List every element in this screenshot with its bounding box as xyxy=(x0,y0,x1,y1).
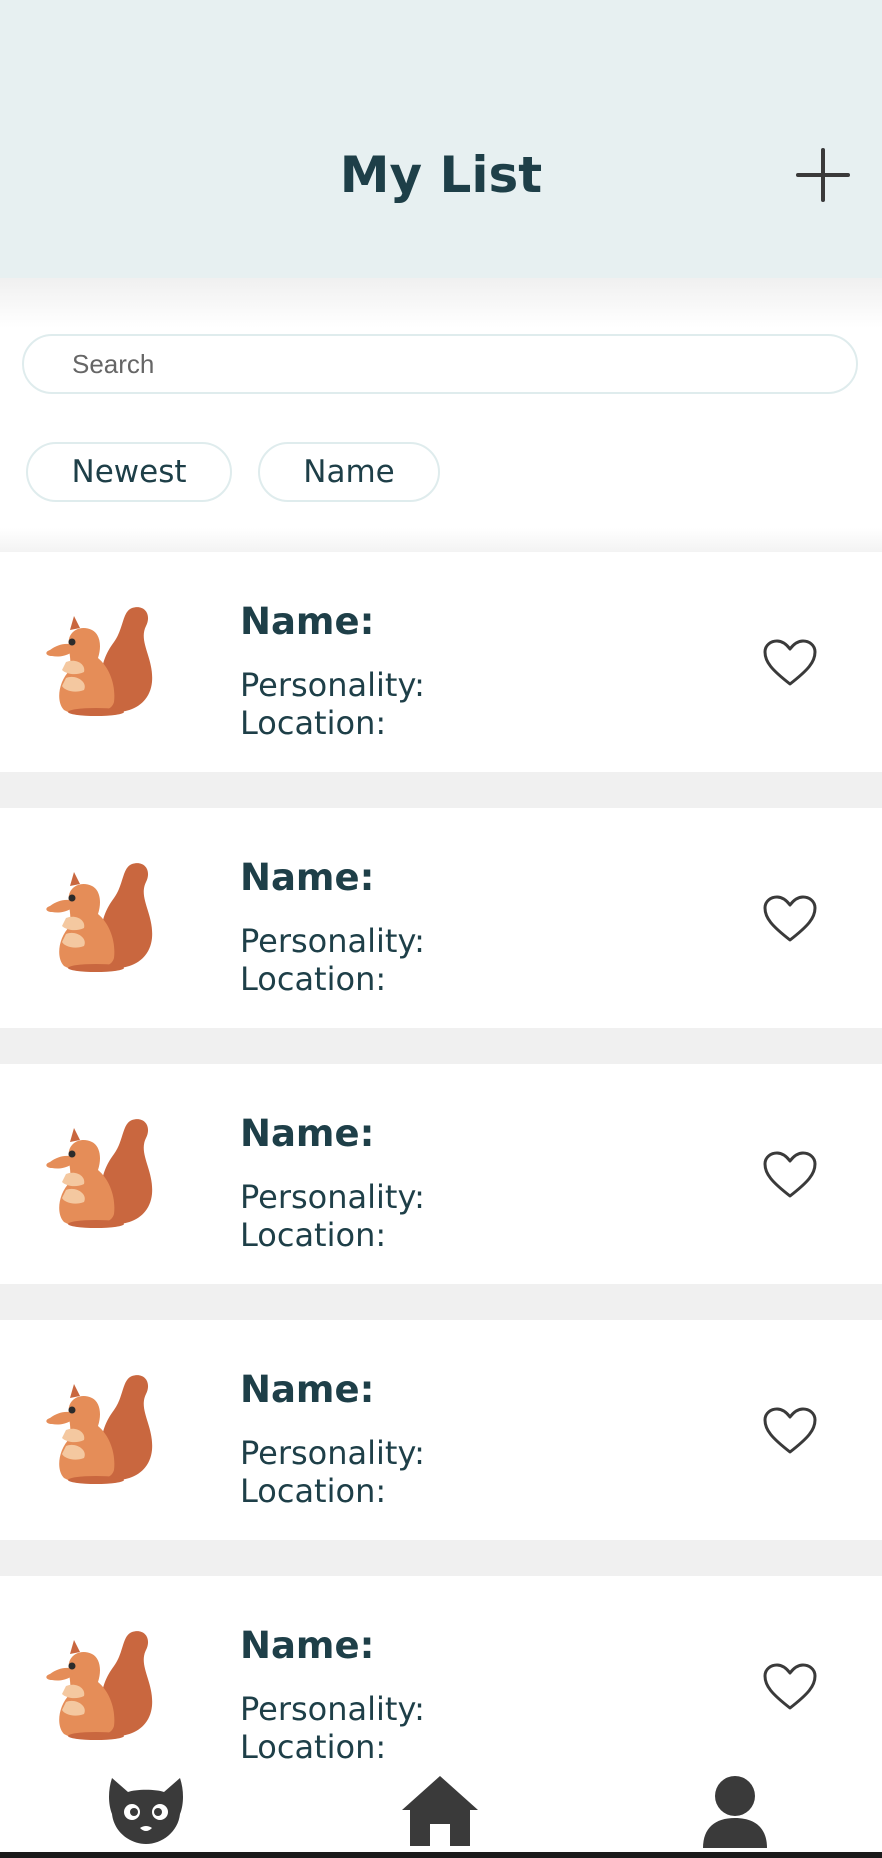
heart-outline-icon[interactable] xyxy=(762,638,818,688)
card-location-label: Location: xyxy=(240,1216,387,1254)
header: My List xyxy=(0,0,882,278)
heart-outline-icon[interactable] xyxy=(762,1406,818,1456)
bottom-nav xyxy=(0,1760,882,1858)
card-personality-label: Personality: xyxy=(240,1178,425,1216)
squirrel-image xyxy=(36,1366,156,1486)
controls-panel: Newest Name xyxy=(0,278,882,552)
list-item[interactable]: Name: Personality: Location: xyxy=(0,552,882,772)
sort-name-button[interactable]: Name xyxy=(258,442,440,502)
card-name-label: Name: xyxy=(240,1368,375,1411)
card-location-label: Location: xyxy=(240,1472,387,1510)
home-icon[interactable] xyxy=(400,1774,480,1848)
card-personality-label: Personality: xyxy=(240,666,425,704)
list-item[interactable]: Name: Personality: Location: xyxy=(0,1064,882,1284)
heart-outline-icon[interactable] xyxy=(762,1662,818,1712)
card-name-label: Name: xyxy=(240,856,375,899)
list-item[interactable]: Name: Personality: Location: xyxy=(0,808,882,1028)
squirrel-image xyxy=(36,1622,156,1742)
card-personality-label: Personality: xyxy=(240,922,425,960)
card-location-label: Location: xyxy=(240,960,387,998)
squirrel-image xyxy=(36,854,156,974)
search-input[interactable] xyxy=(22,334,858,394)
card-personality-label: Personality: xyxy=(240,1434,425,1472)
squirrel-image xyxy=(36,1110,156,1230)
squirrel-image xyxy=(36,598,156,718)
sort-newest-button[interactable]: Newest xyxy=(26,442,232,502)
heart-outline-icon[interactable] xyxy=(762,1150,818,1200)
plus-icon[interactable] xyxy=(796,148,850,202)
card-location-label: Location: xyxy=(240,704,387,742)
heart-outline-icon[interactable] xyxy=(762,894,818,944)
card-name-label: Name: xyxy=(240,1112,375,1155)
card-name-label: Name: xyxy=(240,600,375,643)
fox-icon[interactable] xyxy=(106,1774,186,1848)
profile-icon[interactable] xyxy=(695,1774,775,1848)
page-title: My List xyxy=(339,146,543,204)
list-item[interactable]: Name: Personality: Location: xyxy=(0,1320,882,1540)
card-personality-label: Personality: xyxy=(240,1690,425,1728)
card-name-label: Name: xyxy=(240,1624,375,1667)
